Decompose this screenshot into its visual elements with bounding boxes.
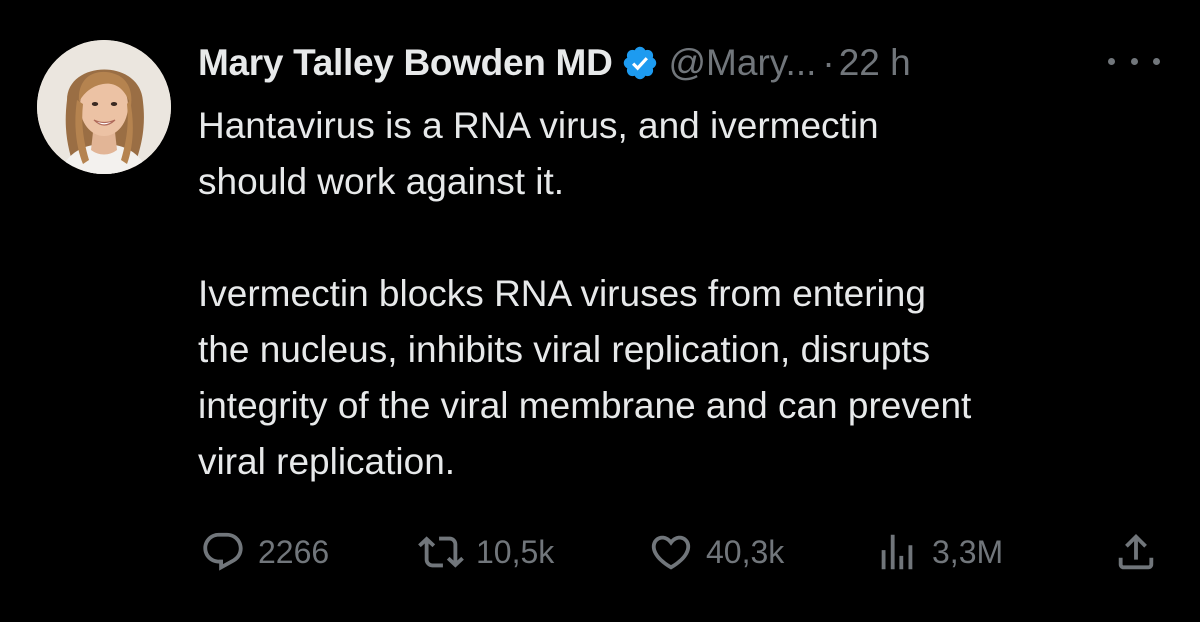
heart-icon <box>651 535 691 570</box>
more-dot <box>1130 57 1138 65</box>
avatar-portrait-icon <box>37 40 171 174</box>
like-count: 40,3k <box>706 533 785 570</box>
action-bar: 2266 10,5k 40,3k 3,3M <box>198 522 1163 582</box>
author-name[interactable]: Mary Talley Bowden MD <box>198 42 613 84</box>
views-bars-icon <box>881 534 913 570</box>
views-count: 3,3M <box>932 533 1004 570</box>
header-separator: · <box>822 42 835 83</box>
reply-button[interactable]: 2266 <box>200 522 329 582</box>
text-line: integrity of the viral membrane and can … <box>198 385 972 426</box>
paragraph-2: Ivermectin blocks RNA viruses from enter… <box>198 266 1188 490</box>
text-line: Hantavirus is a RNA virus, and ivermecti… <box>198 105 879 146</box>
post-timestamp[interactable]: 22 h <box>839 42 911 84</box>
verified-badge-icon <box>621 44 659 82</box>
more-dots-icon[interactable] <box>1108 44 1160 78</box>
views-button[interactable]: 3,3M <box>874 522 1003 582</box>
more-dot <box>1153 57 1160 65</box>
more-dot <box>1108 57 1115 65</box>
reply-bubble-icon <box>203 532 243 571</box>
share-button[interactable] <box>1113 522 1159 582</box>
repost-button[interactable]: 10,5k <box>418 522 554 582</box>
text-line: should work against it. <box>198 161 565 202</box>
share-upload-icon <box>1118 533 1154 570</box>
tweet-header: Mary Talley Bowden MD @Mary... · 22 h <box>198 38 911 88</box>
tweet: Mary Talley Bowden MD @Mary... · 22 h Ha… <box>0 0 1200 622</box>
repost-count: 10,5k <box>476 533 555 570</box>
text-line: Ivermectin blocks RNA viruses from enter… <box>198 273 926 314</box>
reply-count: 2266 <box>258 533 330 570</box>
like-button[interactable]: 40,3k <box>648 522 784 582</box>
text-line: the nucleus, inhibits viral replication,… <box>198 329 931 370</box>
avatar[interactable] <box>37 40 171 174</box>
paragraph-1: Hantavirus is a RNA virus, and ivermecti… <box>198 98 1188 210</box>
repost-arrows-icon <box>418 536 464 568</box>
author-handle[interactable]: @Mary... <box>669 42 817 84</box>
tweet-text: Hantavirus is a RNA virus, and ivermecti… <box>198 98 1188 490</box>
text-line: viral replication. <box>198 441 456 482</box>
